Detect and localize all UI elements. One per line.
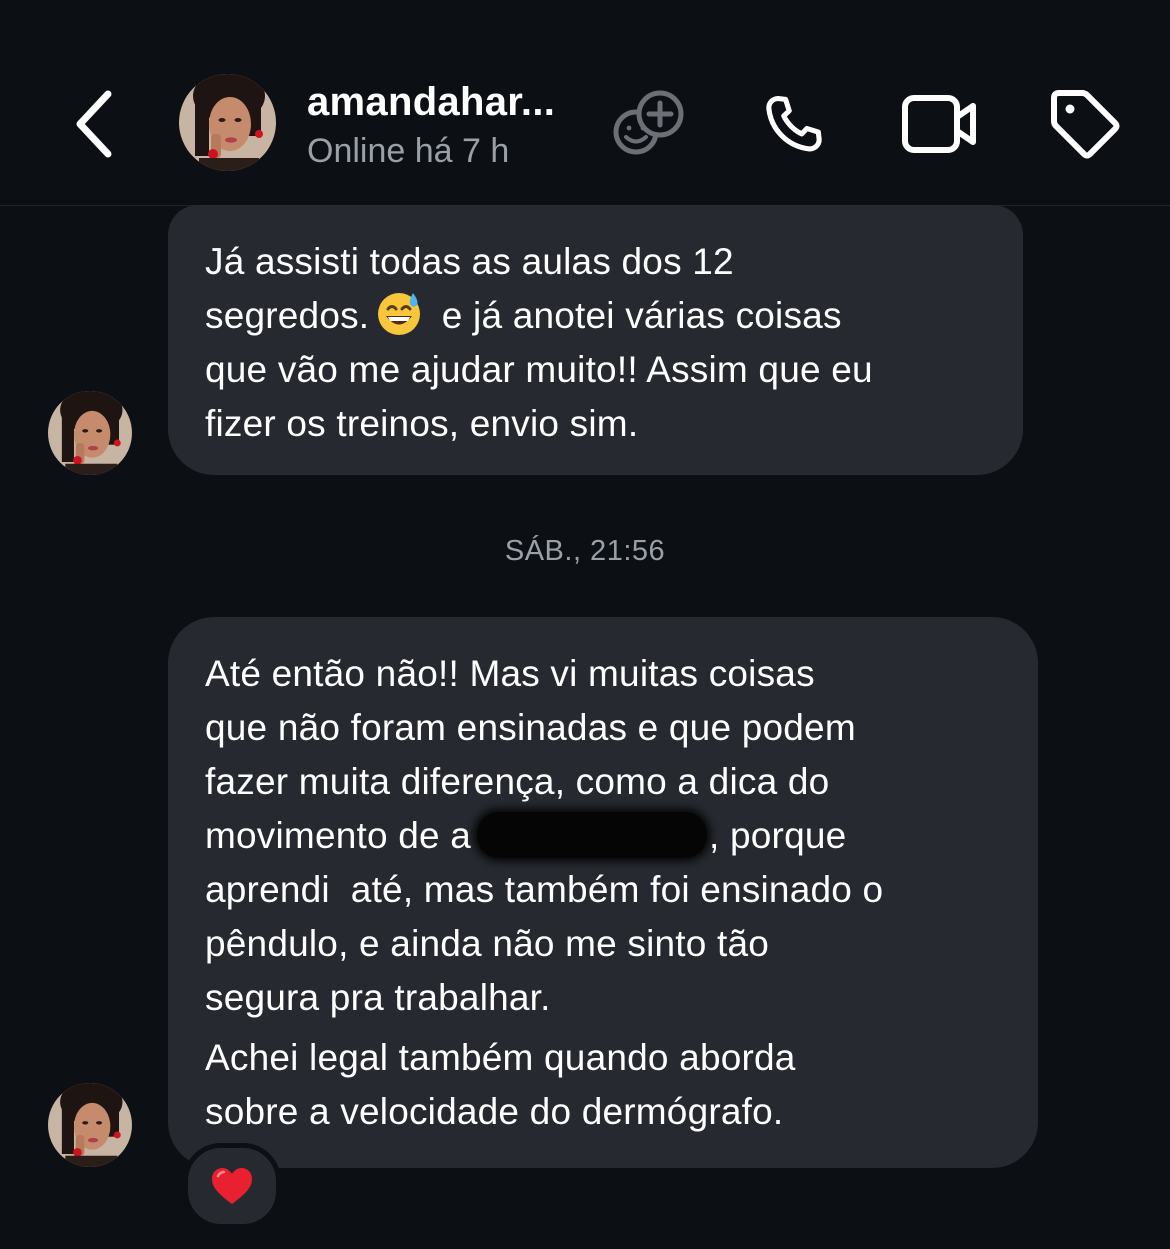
effects-add-icon (613, 90, 684, 155)
message-line: segredos. e já anotei várias coisas (205, 289, 987, 343)
sender-avatar[interactable] (48, 391, 132, 475)
message-line: movimento de a, porque (205, 809, 1002, 863)
heart-icon (212, 1168, 252, 1204)
avatar-image (179, 74, 276, 171)
message-line: que não foram ensinadas e que podem (205, 707, 856, 748)
avatar-image (48, 1083, 132, 1167)
sender-avatar[interactable] (48, 1083, 132, 1167)
redaction-mark (477, 812, 708, 858)
phone-icon (766, 95, 822, 152)
message-line: Até então não!! Mas vi muitas coisas (205, 653, 815, 694)
tag-icon (1051, 90, 1120, 159)
grinning-sweat-emoji (375, 289, 423, 337)
message-line: que vão me ajudar muito!! Assim que eu (205, 349, 873, 390)
chat-header: amandahar... Online há 7 h (0, 0, 1170, 206)
message-bubble[interactable]: Já assisti todas as aulas dos 12 segredo… (168, 205, 1023, 475)
message-line: pêndulo, e ainda não me sinto tão (205, 923, 770, 964)
effects-button[interactable] (610, 86, 688, 160)
label-button[interactable] (1046, 86, 1122, 162)
message-line: segura pra trabalhar. (205, 977, 551, 1018)
message-bubble[interactable]: Até então não!! Mas vi muitas coisas que… (168, 617, 1038, 1168)
avatar-image (48, 391, 132, 475)
audio-call-button[interactable] (758, 88, 830, 160)
message-line: fizer os treinos, envio sim. (205, 403, 639, 444)
chat-username[interactable]: amandahar... (307, 80, 555, 125)
chevron-left-icon (76, 90, 112, 158)
profile-avatar[interactable] (179, 74, 276, 171)
dm-thread-screen: amandahar... Online há 7 h Já assisti to… (0, 0, 1170, 1249)
message-line: Já assisti todas as aulas dos 12 (205, 241, 734, 282)
message-line: fazer muita diferença, como a dica do (205, 761, 830, 802)
message-line: Achei legal também quando aborda (205, 1037, 796, 1078)
online-status: Online há 7 h (307, 132, 510, 170)
message-timestamp: SÁB., 21:56 (504, 535, 666, 567)
video-camera-icon (902, 95, 976, 153)
back-button[interactable] (62, 84, 132, 164)
video-call-button[interactable] (900, 92, 980, 156)
reaction-badge[interactable] (183, 1143, 281, 1229)
message-line: sobre a velocidade do dermógrafo. (205, 1091, 784, 1132)
message-line: aprendi até, mas também foi ensinado o (205, 869, 884, 910)
